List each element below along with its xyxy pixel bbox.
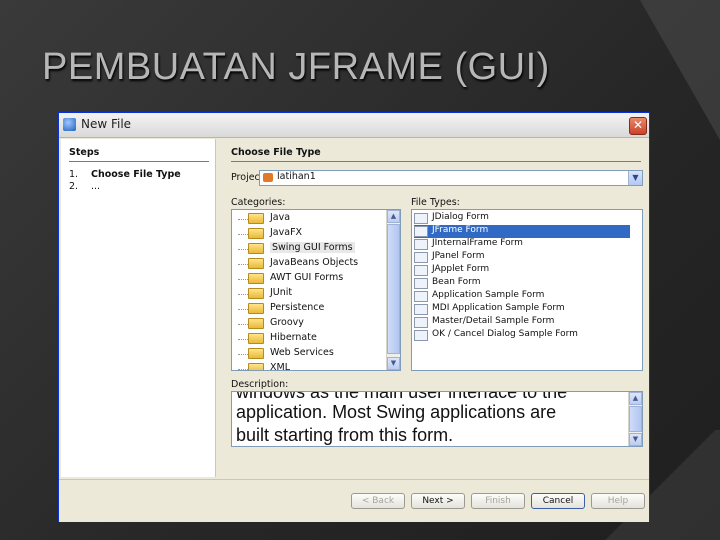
folder-icon [248, 273, 264, 284]
file-type-item[interactable]: Application Sample Form [414, 290, 630, 303]
description-line: built starting from this form. [236, 425, 454, 445]
scroll-down-icon[interactable]: ▼ [629, 433, 642, 446]
form-icon [414, 278, 428, 289]
file-type-item[interactable]: JDialog Form [414, 212, 630, 225]
file-type-item[interactable]: Master/Detail Sample Form [414, 316, 630, 329]
categories-label: Categories: [231, 197, 286, 208]
file-type-item[interactable]: OK / Cancel Dialog Sample Form [414, 329, 630, 342]
categories-scrollbar[interactable]: ▲ ▼ [386, 210, 400, 370]
folder-icon [248, 333, 264, 344]
categories-list[interactable]: Java JavaFX Swing GUI Forms JavaBeans Ob… [231, 209, 401, 371]
scroll-thumb[interactable] [387, 224, 400, 354]
file-type-item[interactable]: JApplet Form [414, 264, 630, 277]
steps-heading: Steps [69, 147, 100, 158]
folder-icon [248, 258, 264, 269]
folder-icon [248, 318, 264, 329]
step-label: ... [91, 181, 101, 192]
form-icon [414, 317, 428, 328]
new-file-dialog: New File ✕ Steps 1. Choose File Type 2. … [58, 112, 650, 522]
step-label: Choose File Type [91, 169, 181, 180]
form-icon [414, 239, 428, 250]
folder-icon [248, 228, 264, 239]
form-icon [414, 213, 428, 224]
button-bar: < Back Next > Finish Cancel Help [59, 479, 649, 522]
description-box: windows as the main user interface to th… [231, 391, 643, 447]
dialog-title: New File [81, 117, 132, 131]
form-icon [414, 304, 428, 315]
file-types-label: File Types: [411, 197, 460, 208]
scroll-up-icon[interactable]: ▲ [629, 392, 642, 405]
main-heading: Choose File Type [231, 147, 321, 158]
file-type-item[interactable]: MDI Application Sample Form [414, 303, 630, 316]
folder-icon [248, 213, 264, 224]
steps-panel: Steps 1. Choose File Type 2. ... [61, 139, 216, 477]
folder-icon [248, 363, 264, 370]
step-number: 1. [69, 169, 79, 180]
project-value: latihan1 [277, 171, 316, 182]
file-type-item[interactable]: Bean Form [414, 277, 630, 290]
description-line: application. Most Swing applications are [236, 402, 557, 422]
cancel-button[interactable]: Cancel [531, 493, 585, 509]
description-scrollbar[interactable]: ▲ ▼ [628, 392, 642, 446]
dialog-titlebar[interactable]: New File ✕ [59, 113, 649, 138]
file-type-item[interactable]: JInternalFrame Form [414, 238, 630, 251]
close-icon[interactable]: ✕ [629, 117, 647, 135]
form-icon [414, 291, 428, 302]
finish-button[interactable]: Finish [471, 493, 525, 509]
description-label: Description: [231, 379, 289, 390]
folder-icon [248, 243, 264, 254]
folder-icon [248, 348, 264, 359]
form-icon [414, 330, 428, 341]
form-icon [414, 226, 428, 237]
form-icon [414, 252, 428, 263]
form-icon [414, 265, 428, 276]
scroll-down-icon[interactable]: ▼ [387, 357, 400, 370]
step-number: 2. [69, 181, 79, 192]
scroll-thumb[interactable] [629, 406, 642, 432]
project-select[interactable]: latihan1 ▼ [259, 170, 643, 186]
app-icon [63, 118, 76, 131]
steps-divider [69, 161, 209, 162]
folder-icon [248, 288, 264, 299]
decoration-triangle [640, 0, 720, 140]
main-divider [231, 161, 641, 162]
folder-icon [248, 303, 264, 314]
project-icon [263, 173, 273, 182]
file-type-item[interactable]: JPanel Form [414, 251, 630, 264]
file-type-item-selected[interactable]: JFrame Form [414, 225, 630, 238]
back-button[interactable]: < Back [351, 493, 405, 509]
file-types-list[interactable]: JDialog Form JFrame Form JInternalFrame … [411, 209, 643, 371]
chevron-down-icon[interactable]: ▼ [628, 171, 642, 185]
scroll-up-icon[interactable]: ▲ [387, 210, 400, 223]
help-button[interactable]: Help [591, 493, 645, 509]
next-button[interactable]: Next > [411, 493, 465, 509]
slide-title: PEMBUATAN JFRAME (GUI) [42, 46, 550, 88]
